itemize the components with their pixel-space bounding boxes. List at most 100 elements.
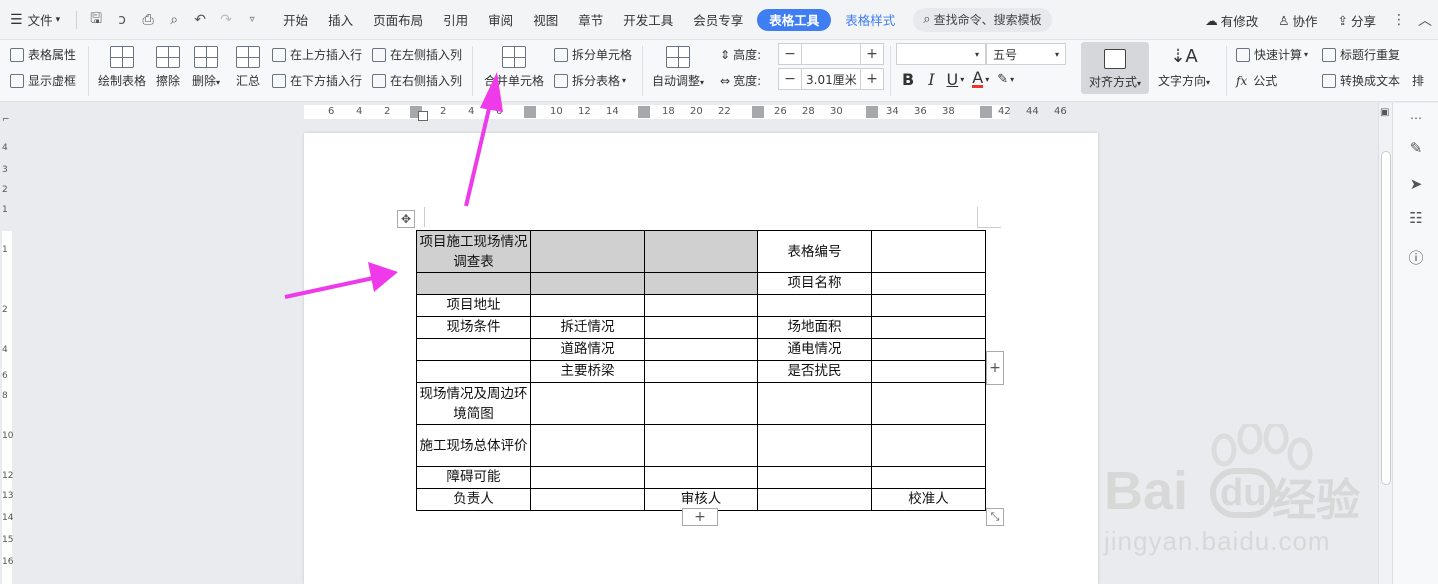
table-cell[interactable]	[644, 338, 758, 361]
table-cell[interactable]	[871, 338, 986, 361]
table-cell[interactable]: 施工现场总体评价	[416, 424, 531, 467]
collapse-ribbon-icon[interactable]: ︿	[1412, 0, 1438, 40]
table-cell[interactable]	[871, 466, 986, 489]
print-icon[interactable]: ⎙	[135, 0, 161, 40]
font-size-select[interactable]: 五号 ▾	[986, 43, 1066, 65]
ruler-marker[interactable]	[524, 106, 536, 118]
table-cell[interactable]	[644, 230, 758, 273]
search-box[interactable]: ⌕ 查找命令、搜索模板	[913, 7, 1052, 32]
file-menu[interactable]: ☰ 文件 ▾	[0, 0, 70, 40]
tab-table-style[interactable]: 表格样式	[835, 0, 905, 40]
underline-icon[interactable]: U	[947, 70, 959, 89]
format-painter-icon[interactable]: ↄ	[109, 0, 135, 40]
ruler-marker[interactable]	[638, 106, 650, 118]
tab-review[interactable]: 审阅	[478, 0, 523, 40]
tab-references[interactable]: 引用	[433, 0, 478, 40]
formula-button[interactable]: fx 公式	[1236, 72, 1277, 89]
draw-table-button[interactable]: 绘制表格	[98, 46, 146, 89]
customize-icon[interactable]: ▿	[239, 0, 265, 40]
pen-icon[interactable]: ✎	[1407, 139, 1425, 157]
table-move-handle[interactable]: ✥	[397, 210, 415, 228]
table-cell[interactable]: 拆迁情况	[530, 316, 645, 339]
horizontal-ruler[interactable]: 6 4 2 2 4 6 10 12 14 18 20 22 26 28 30 3…	[0, 103, 1378, 121]
summary-button[interactable]: 汇总	[236, 46, 260, 89]
table-cell[interactable]	[644, 272, 758, 295]
cursor-icon[interactable]: ➤	[1407, 175, 1425, 193]
italic-icon[interactable]: I	[928, 70, 934, 89]
table-cell[interactable]	[644, 382, 758, 425]
share-button[interactable]: ⇪ 分享	[1328, 0, 1387, 40]
tab-table-tools[interactable]: 表格工具	[757, 8, 832, 31]
table-cell[interactable]	[871, 272, 986, 295]
ruler-marker[interactable]	[752, 106, 764, 118]
split-cells-button[interactable]: 拆分单元格	[554, 46, 632, 63]
auto-fit-button[interactable]: 自动调整▾	[652, 46, 704, 89]
table-cell[interactable]: 主要桥梁	[530, 360, 645, 383]
table-cell[interactable]	[644, 424, 758, 467]
table-cell[interactable]: 现场条件	[416, 316, 531, 339]
quick-calc-button[interactable]: 快速计算 ▾	[1236, 46, 1308, 63]
table-cell[interactable]: 障碍可能	[416, 466, 531, 489]
insert-right-button[interactable]: 在右侧插入列	[372, 72, 462, 89]
table-cell[interactable]	[644, 360, 758, 383]
table-cell[interactable]	[530, 294, 645, 317]
table-cell[interactable]: 项目施工现场情况调查表	[416, 230, 531, 273]
sort-button[interactable]: 排	[1412, 72, 1424, 89]
indent-marker-icon[interactable]	[418, 111, 428, 121]
table-cell[interactable]	[530, 424, 645, 467]
table-cell[interactable]: 场地面积	[757, 316, 872, 339]
table-cell[interactable]	[530, 466, 645, 489]
add-column-button[interactable]: +	[986, 351, 1004, 385]
table-cell[interactable]	[530, 230, 645, 273]
save-icon[interactable]: 🖫	[83, 0, 109, 40]
add-row-button[interactable]: +	[682, 508, 718, 526]
redo-icon[interactable]: ↷	[213, 0, 239, 40]
tab-view[interactable]: 视图	[523, 0, 568, 40]
width-value[interactable]: 3.01厘米	[801, 69, 861, 89]
resize-table-button[interactable]: ⤡	[986, 508, 1004, 526]
table-cell[interactable]	[644, 294, 758, 317]
collab-button[interactable]: ♙ 协作	[1268, 0, 1327, 40]
width-stepper[interactable]: − 3.01厘米 +	[778, 68, 884, 90]
table-cell[interactable]	[871, 316, 986, 339]
more-icon[interactable]: ⋯	[1407, 111, 1425, 129]
table-cell[interactable]	[871, 360, 986, 383]
print-preview-icon[interactable]: ⌕	[161, 0, 187, 40]
tab-section[interactable]: 章节	[568, 0, 613, 40]
align-button[interactable]: 对齐方式▾	[1081, 42, 1149, 94]
table-cell[interactable]	[757, 294, 872, 317]
table-cell[interactable]: 负责人	[416, 488, 531, 511]
help-icon[interactable]: ⓘ	[1407, 247, 1425, 267]
delete-button[interactable]: 删除▾	[192, 46, 220, 89]
show-gridlines-button[interactable]: 显示虚框	[10, 72, 76, 89]
table-cell[interactable]: 现场情况及周边环境简图	[416, 382, 531, 425]
ruler-marker[interactable]	[980, 106, 992, 118]
table-cell[interactable]	[530, 488, 645, 511]
erase-button[interactable]: 擦除	[156, 46, 180, 89]
merge-cells-button[interactable]: 合并单元格	[484, 46, 544, 89]
page-view-icon[interactable]: ▣	[1380, 107, 1389, 118]
convert-text-button[interactable]: 转换成文本	[1322, 72, 1400, 89]
insert-above-button[interactable]: 在上方插入行	[272, 46, 362, 63]
table-cell[interactable]	[416, 338, 531, 361]
tab-insert[interactable]: 插入	[318, 0, 363, 40]
plus-icon[interactable]: +	[861, 44, 883, 64]
vertical-ruler[interactable]: ⌐ 4 3 2 1 1 2 4 6 8 10 12 13 14 15 16	[0, 115, 14, 584]
table-cell[interactable]	[757, 424, 872, 467]
highlight-icon[interactable]: ✎	[997, 72, 1008, 87]
minus-icon[interactable]: −	[779, 44, 801, 64]
table-cell[interactable]	[530, 382, 645, 425]
tab-developer[interactable]: 开发工具	[613, 0, 683, 40]
minus-icon[interactable]: −	[779, 69, 801, 89]
tab-member[interactable]: 会员专享	[683, 0, 753, 40]
font-name-select[interactable]: ▾	[896, 43, 986, 65]
table-cell[interactable]	[644, 316, 758, 339]
table-cell[interactable]	[416, 360, 531, 383]
table-cell[interactable]: 是否扰民	[757, 360, 872, 383]
tab-start[interactable]: 开始	[273, 0, 318, 40]
height-stepper[interactable]: − +	[778, 43, 884, 65]
table-cell[interactable]	[871, 382, 986, 425]
table-cell[interactable]: 通电情况	[757, 338, 872, 361]
undo-icon[interactable]: ↶	[187, 0, 213, 40]
table-cell[interactable]	[757, 382, 872, 425]
